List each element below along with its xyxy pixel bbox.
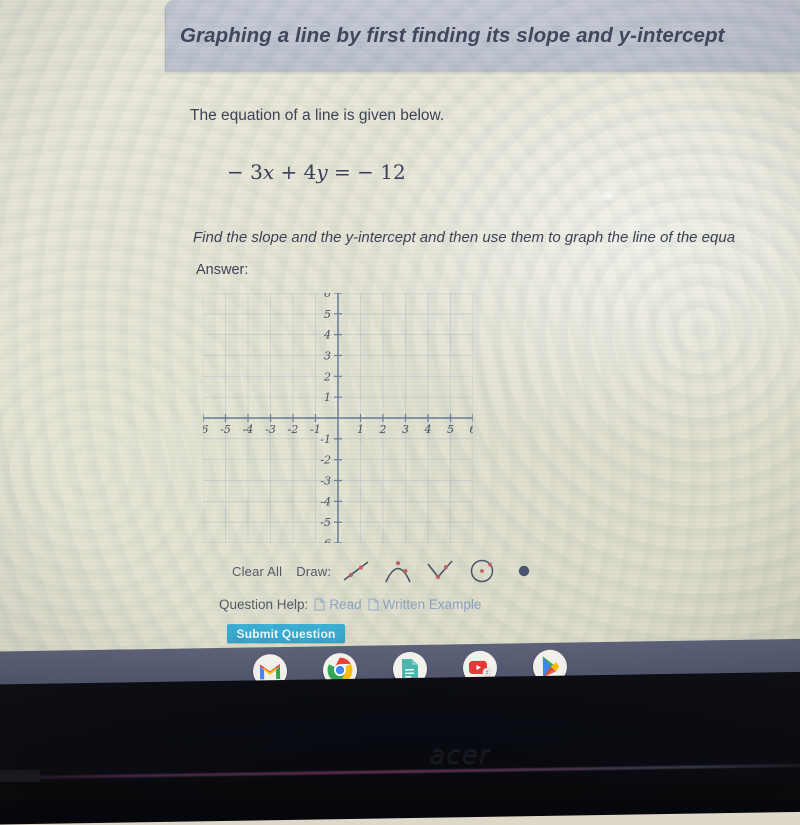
svg-text:6: 6: [324, 293, 331, 300]
document-icon: [314, 598, 325, 611]
draw-toolbar[interactable]: Clear All Draw:: [232, 556, 541, 586]
coordinate-graph[interactable]: -6 -5 -4 -3 -2 -1 1 2 3 4 5 6 6 5 4 3 2 1 -1 -2 -3 -4 -5 -6: [203, 293, 473, 543]
filled-dot-icon: [518, 565, 530, 577]
equation-term1: − 3: [227, 160, 263, 184]
svg-text:-3: -3: [265, 423, 276, 436]
written-example-link[interactable]: Written Example: [368, 597, 482, 612]
answer-label: Answer:: [196, 262, 249, 278]
page-title: Graphing a line by first finding its slo…: [180, 24, 725, 47]
question-help-row: Question Help: Read Written Example: [219, 597, 481, 612]
read-help-label: Read: [329, 597, 362, 612]
svg-text:-6: -6: [203, 423, 208, 436]
svg-text:-4: -4: [320, 495, 331, 508]
document-icon: [368, 598, 379, 611]
device-brand-logo: acer: [429, 740, 491, 770]
svg-text:3: 3: [324, 350, 331, 363]
question-help-label: Question Help:: [219, 597, 309, 612]
svg-text:-2: -2: [288, 423, 299, 436]
youtube-icon: [468, 660, 492, 677]
docs-icon: [401, 658, 419, 680]
svg-text:-1: -1: [320, 433, 331, 446]
device-screen: Graphing a line by first finding its slo…: [0, 0, 800, 655]
line-tool-button[interactable]: [339, 556, 373, 586]
svg-text:-3: -3: [320, 475, 331, 488]
equation-var-x: x: [262, 160, 275, 184]
axis-lines: [203, 293, 473, 543]
svg-text:6: 6: [470, 423, 474, 436]
svg-text:3: 3: [402, 423, 409, 436]
svg-text:-6: -6: [320, 537, 331, 543]
svg-text:-2: -2: [320, 454, 331, 467]
clear-all-button[interactable]: Clear All: [232, 564, 282, 579]
svg-text:-5: -5: [320, 516, 331, 529]
submit-question-button[interactable]: Submit Question: [227, 624, 345, 643]
read-help-link[interactable]: Read: [314, 597, 362, 612]
line-icon: [343, 561, 369, 581]
parabola-up-icon: [427, 560, 453, 580]
equation-equals: =: [327, 160, 358, 184]
svg-text:5: 5: [324, 308, 331, 321]
svg-text:4: 4: [323, 329, 331, 342]
svg-text:2: 2: [323, 370, 331, 383]
equation-var-y: y: [316, 160, 328, 184]
equation-rhs: − 12: [357, 160, 406, 184]
question-intro-text: The equation of a line is given below.: [190, 107, 445, 124]
svg-text:1: 1: [357, 423, 364, 436]
circle-tool-button[interactable]: [465, 556, 499, 586]
circle-icon: [470, 559, 494, 583]
svg-text:-5: -5: [220, 423, 231, 436]
exercise-title-banner: Graphing a line by first finding its slo…: [165, 0, 800, 72]
equation-display: − 3x + 4y = − 12: [227, 160, 406, 184]
svg-text:4: 4: [424, 423, 432, 436]
dot-tool-button[interactable]: [507, 556, 541, 586]
gmail-icon: [259, 663, 281, 679]
equation-term2: 4: [303, 160, 317, 184]
draw-tools-label: Draw:: [296, 563, 332, 579]
svg-text:-1: -1: [310, 423, 321, 436]
written-example-label: Written Example: [382, 597, 482, 612]
graph-canvas[interactable]: -6 -5 -4 -3 -2 -1 1 2 3 4 5 6 6 5 4 3 2 1 -1 -2 -3 -4 -5 -6: [203, 293, 473, 543]
svg-text:-4: -4: [243, 423, 254, 436]
question-instruction-text: Find the slope and the y-intercept and t…: [193, 229, 736, 246]
parabola-up-tool-button[interactable]: [423, 556, 457, 586]
parabola-down-tool-button[interactable]: [381, 556, 415, 586]
laptop-base-shadow: [0, 782, 800, 800]
parabola-down-icon: [385, 561, 411, 583]
equation-plus: +: [274, 160, 304, 184]
screen-glare-spot: [600, 190, 616, 202]
svg-text:1: 1: [324, 391, 331, 404]
svg-text:2: 2: [379, 423, 387, 436]
svg-text:5: 5: [447, 423, 454, 436]
